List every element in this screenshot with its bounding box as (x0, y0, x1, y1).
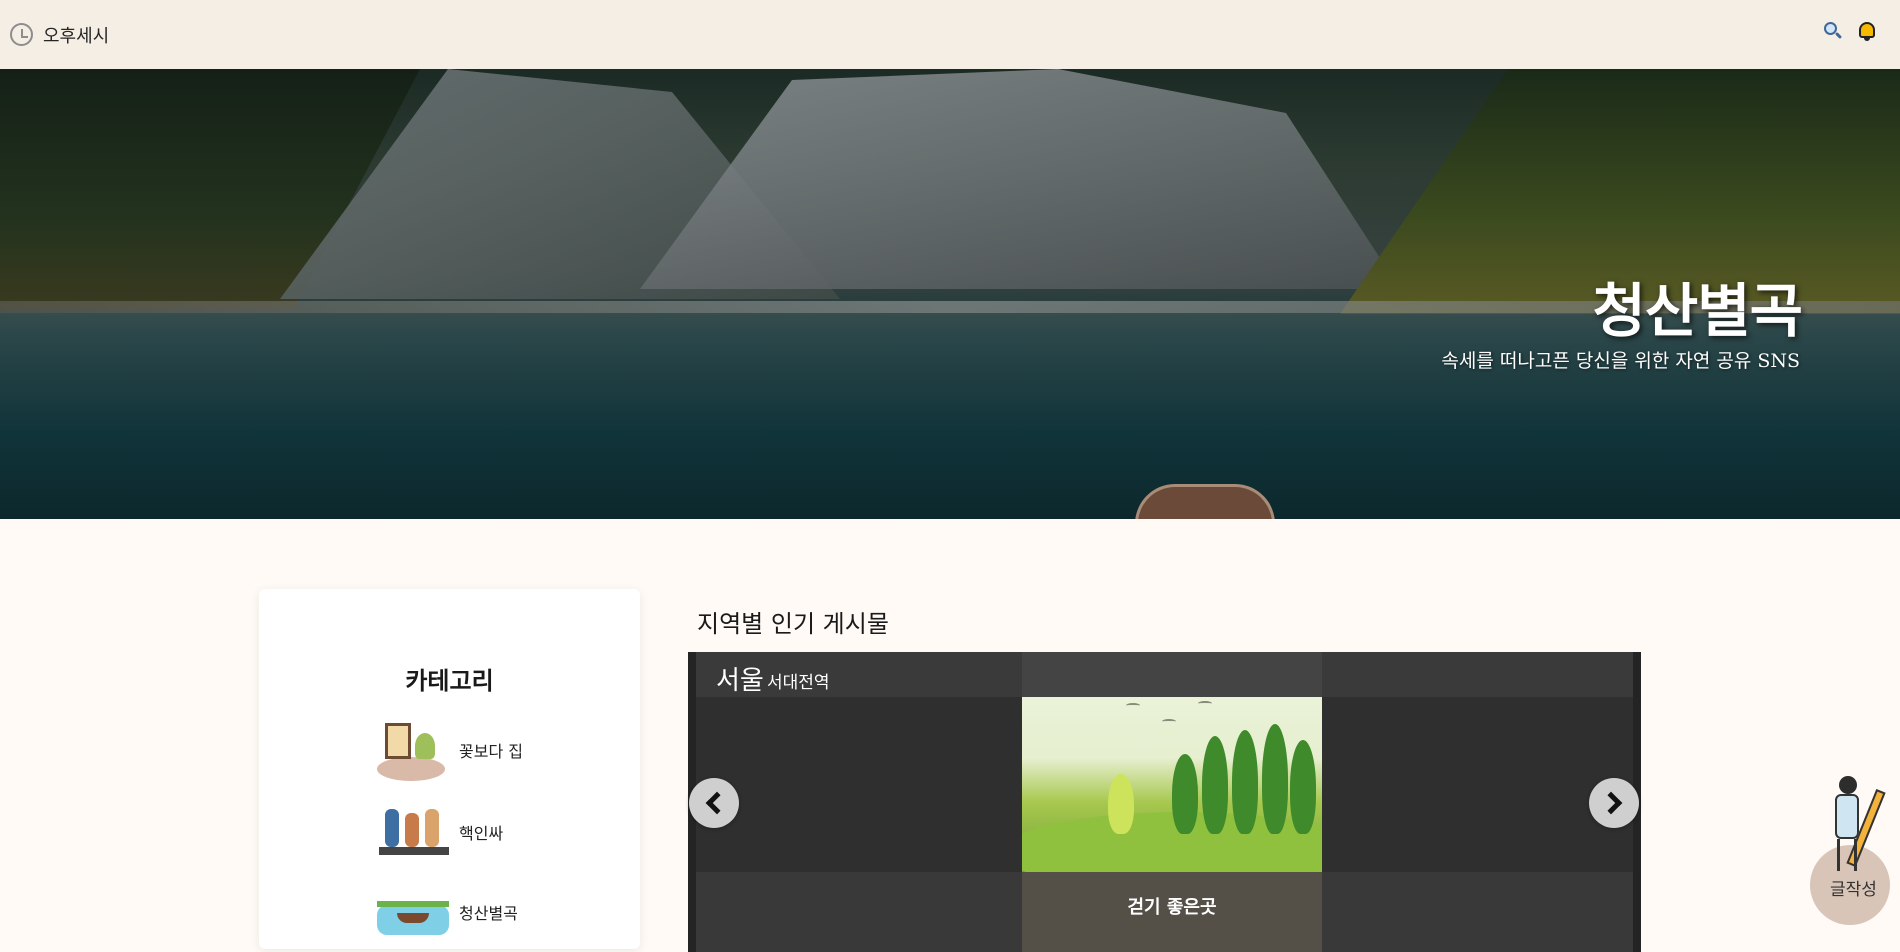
house-illustration-icon (371, 717, 451, 783)
section-title: 지역별 인기 게시물 (697, 610, 889, 638)
slide-caption: 걷기 좋은곳 (1127, 897, 1217, 918)
category-item-nature[interactable]: 청산별곡 (371, 879, 518, 945)
category-label: 청산별곡 (459, 904, 518, 923)
carousel-side-bottom-right (1322, 872, 1633, 952)
carousel-station: 서대전역 (767, 673, 830, 693)
carousel-next-button[interactable] (1589, 778, 1639, 828)
brand-name[interactable]: 오후세시 (43, 22, 109, 48)
chevron-right-icon (1599, 791, 1623, 815)
carousel-region: 서울 (716, 666, 764, 696)
category-item-insider[interactable]: 핵인싸 (371, 799, 503, 865)
carousel-side-bottom-left (696, 872, 1022, 952)
chevron-left-icon (705, 791, 729, 815)
region-carousel: 걷기 좋은곳 서울 서대전역 (688, 652, 1641, 952)
top-actions (1822, 20, 1878, 42)
hero-banner: 청산별곡 속세를 떠나고픈 당신을 위한 자연 공유 SNS (0, 69, 1900, 519)
category-card: 카테고리 꽃보다 집 핵인싸 청산별곡 (259, 589, 640, 949)
carousel-side-left (696, 697, 1022, 872)
slide-image[interactable] (1022, 697, 1322, 872)
people-illustration-icon (371, 799, 451, 865)
category-item-flowers[interactable]: 꽃보다 집 (371, 717, 523, 783)
clock-icon (10, 23, 33, 46)
write-post-label[interactable]: 글작성 (1830, 875, 1877, 900)
category-title: 카테고리 (405, 667, 494, 695)
hero-subtitle: 속세를 떠나고픈 당신을 위한 자연 공유 SNS (1441, 350, 1800, 372)
top-bar: 오후세시 (0, 0, 1900, 69)
hero-boat (1135, 484, 1275, 519)
category-label: 핵인싸 (459, 824, 504, 843)
hero-mountain-2 (640, 69, 1400, 289)
carousel-side-right (1322, 697, 1633, 872)
search-icon[interactable] (1822, 21, 1843, 41)
carousel-slide[interactable]: 걷기 좋은곳 (1022, 652, 1322, 952)
hero-title: 청산별곡 (1592, 277, 1803, 345)
boat-illustration-icon (371, 879, 451, 945)
category-label: 꽃보다 집 (459, 742, 523, 761)
writer-illustration-icon (1825, 776, 1886, 876)
bell-icon[interactable] (1856, 20, 1878, 42)
carousel-prev-button[interactable] (689, 778, 739, 828)
